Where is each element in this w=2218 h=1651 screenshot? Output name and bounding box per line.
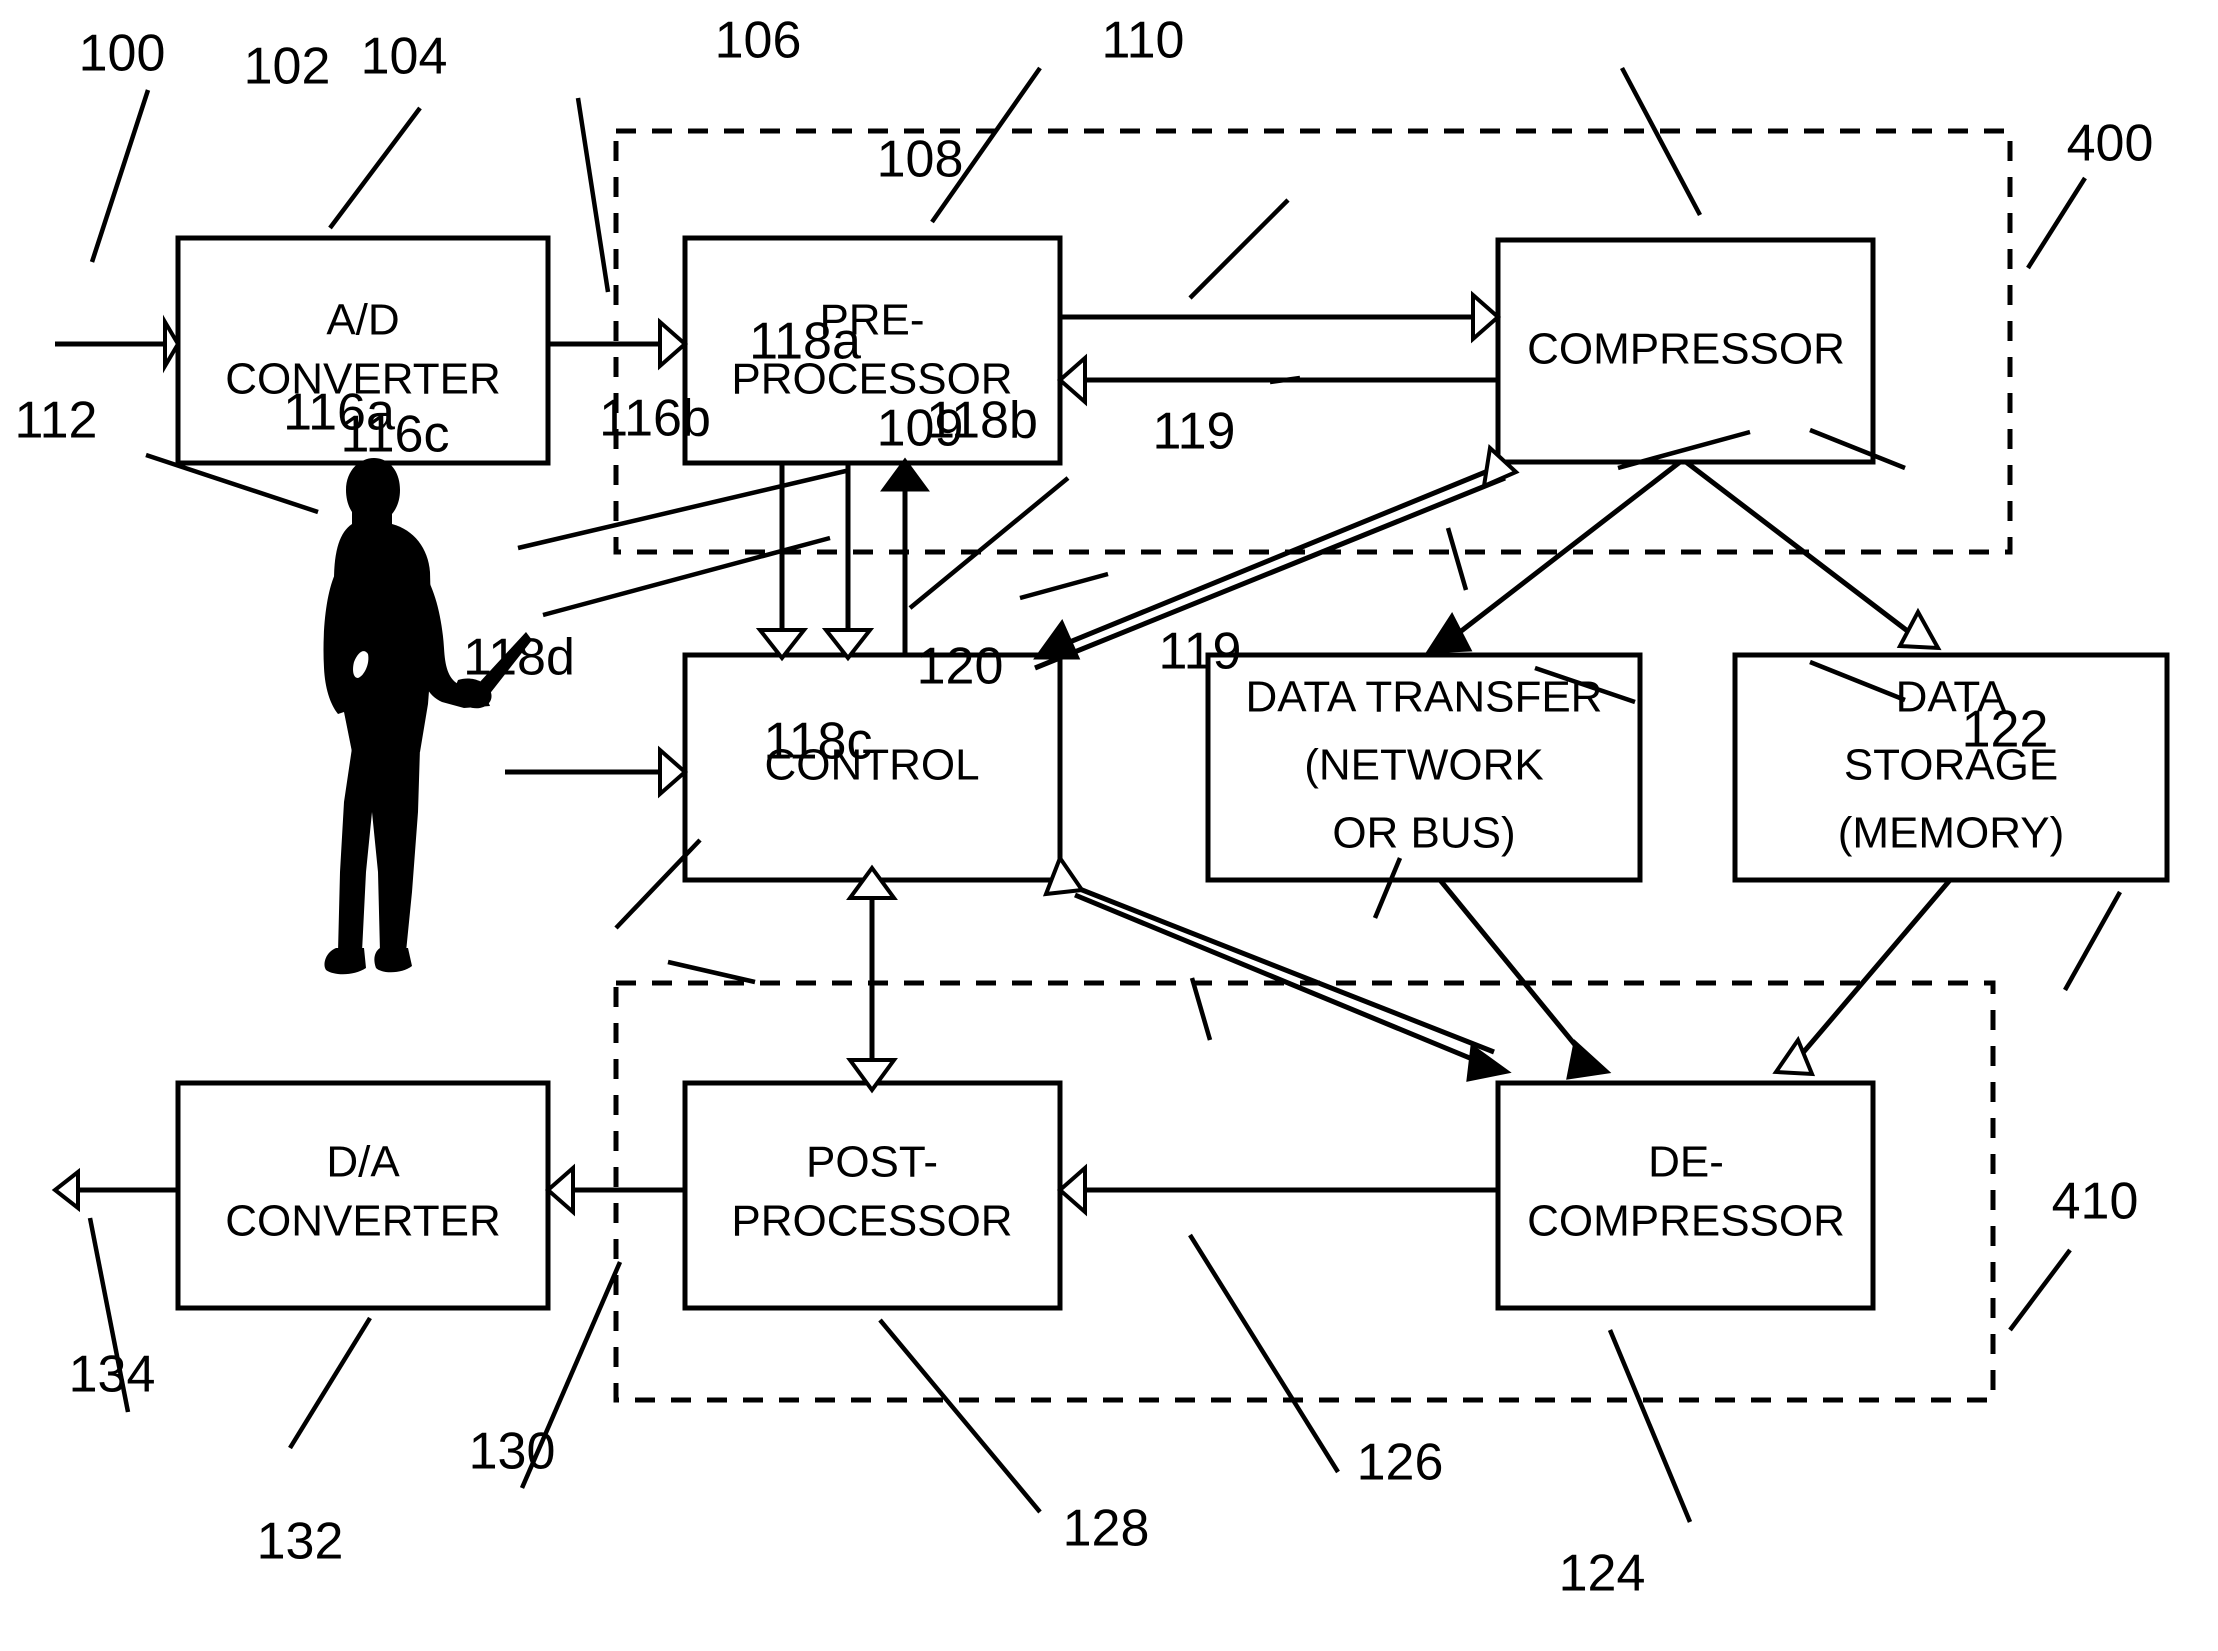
- wire-data-storage-to-decompressor: [1788, 878, 1952, 1070]
- ref-numeral-120: 120: [917, 638, 1004, 696]
- operator-person-icon: [323, 458, 532, 975]
- ref-numeral-100: 100: [79, 25, 166, 83]
- block-label-data-storage-line3: (MEMORY): [1838, 809, 2065, 858]
- ref-numeral-130: 130: [469, 1423, 556, 1481]
- block-label-decompressor-line1: DE-: [1648, 1138, 1724, 1187]
- ref-numeral-118d: 118d: [463, 629, 575, 687]
- ref-numeral-119-top: 119: [1153, 403, 1236, 461]
- leader-118c: [1189, 977, 1213, 1041]
- arrowhead-ad-to-preprocessor: [658, 317, 689, 371]
- block-label-post-processor-line1: POST-: [806, 1138, 938, 1187]
- wire-compressor-to-control-118a: [1054, 459, 1511, 651]
- leader-100: [89, 89, 151, 263]
- ref-numeral-110: 110: [1102, 12, 1185, 70]
- ref-numeral-102: 102: [244, 38, 331, 96]
- ref-numeral-132: 132: [257, 1513, 344, 1571]
- block-label-data-transfer-line2: (NETWORK: [1304, 741, 1544, 790]
- leader-114: [614, 838, 702, 930]
- leader-124: [1607, 1329, 1693, 1523]
- arrowhead-person-to-control: [658, 745, 689, 799]
- ref-numeral-104: 104: [361, 28, 448, 86]
- arrowhead-120: [1566, 1039, 1612, 1080]
- block-post-processor-box: [682, 1080, 1063, 1311]
- arrowhead-compressor-to-preprocessor: [1056, 353, 1087, 407]
- ref-numeral-112: 112: [15, 392, 98, 450]
- leader-132: [288, 1316, 372, 1450]
- block-label-data-transfer-line3: OR BUS): [1332, 809, 1515, 858]
- ref-numeral-126: 126: [1357, 1434, 1444, 1492]
- leader-110: [1620, 66, 1702, 217]
- ref-numeral-116b: 116b: [599, 390, 711, 448]
- arrowhead-da-output: [51, 1167, 80, 1213]
- leader-122: [2063, 890, 2122, 992]
- block-label-data-transfer-line1: DATA TRANSFER: [1246, 673, 1603, 722]
- ref-numeral-122: 122: [1962, 701, 2049, 759]
- wire-decompressor-to-control: [1071, 883, 1495, 1055]
- block-label-da-converter-line1: D/A: [326, 1138, 400, 1187]
- leader-118b: [1445, 527, 1469, 591]
- block-da-converter-box: [175, 1080, 551, 1311]
- leader-116b: [1019, 571, 1109, 601]
- block-label-da-converter-line2: CONVERTER: [225, 1197, 500, 1246]
- ref-numeral-128: 128: [1063, 1500, 1150, 1558]
- arrowhead-postprocessor-to-da: [544, 1163, 575, 1217]
- leader-118a: [908, 476, 1070, 610]
- ref-numeral-118c: 118c: [764, 713, 873, 771]
- block-label-compressor: COMPRESSOR: [1527, 325, 1845, 374]
- block-label-post-processor-line2: PROCESSOR: [731, 1197, 1012, 1246]
- leader-102: [328, 106, 422, 230]
- leader-126: [1188, 1233, 1340, 1474]
- ref-numeral-119-bottom: 119: [1159, 623, 1242, 681]
- ref-numeral-108: 108: [877, 131, 964, 189]
- block-label-ad-converter-line1: A/D: [326, 296, 399, 345]
- leader-108: [1188, 198, 1290, 300]
- ref-numeral-400: 400: [2067, 115, 2154, 173]
- leader-104: [575, 97, 611, 293]
- patent-figure-canvas: A/D CONVERTER PRE- PROCESSOR COMPRESSOR …: [0, 0, 2218, 1651]
- leader-118d: [667, 959, 756, 985]
- block-label-decompressor-line2: COMPRESSOR: [1527, 1197, 1845, 1246]
- leader-400: [2026, 176, 2087, 270]
- ref-numeral-124: 124: [1559, 1545, 1646, 1603]
- ref-numeral-410: 410: [2052, 1173, 2139, 1231]
- leader-128: [878, 1318, 1042, 1514]
- arrowhead-preprocessor-to-compressor: [1471, 290, 1502, 344]
- ref-numeral-118a: 118a: [749, 313, 861, 371]
- ref-numeral-116c: 116c: [341, 406, 450, 464]
- leader-410: [2008, 1248, 2072, 1332]
- ref-numeral-118b: 118b: [926, 392, 1038, 450]
- diagram-svg: A/D CONVERTER PRE- PROCESSOR COMPRESSOR …: [15, 12, 2170, 1603]
- arrowhead-118b: [1425, 612, 1473, 654]
- ref-numeral-134: 134: [69, 1346, 156, 1404]
- ref-numeral-106: 106: [715, 12, 802, 70]
- arrowhead-decompressor-to-postprocessor: [1056, 1163, 1087, 1217]
- leader-116a: [517, 467, 851, 551]
- block-decompressor-box: [1495, 1080, 1876, 1311]
